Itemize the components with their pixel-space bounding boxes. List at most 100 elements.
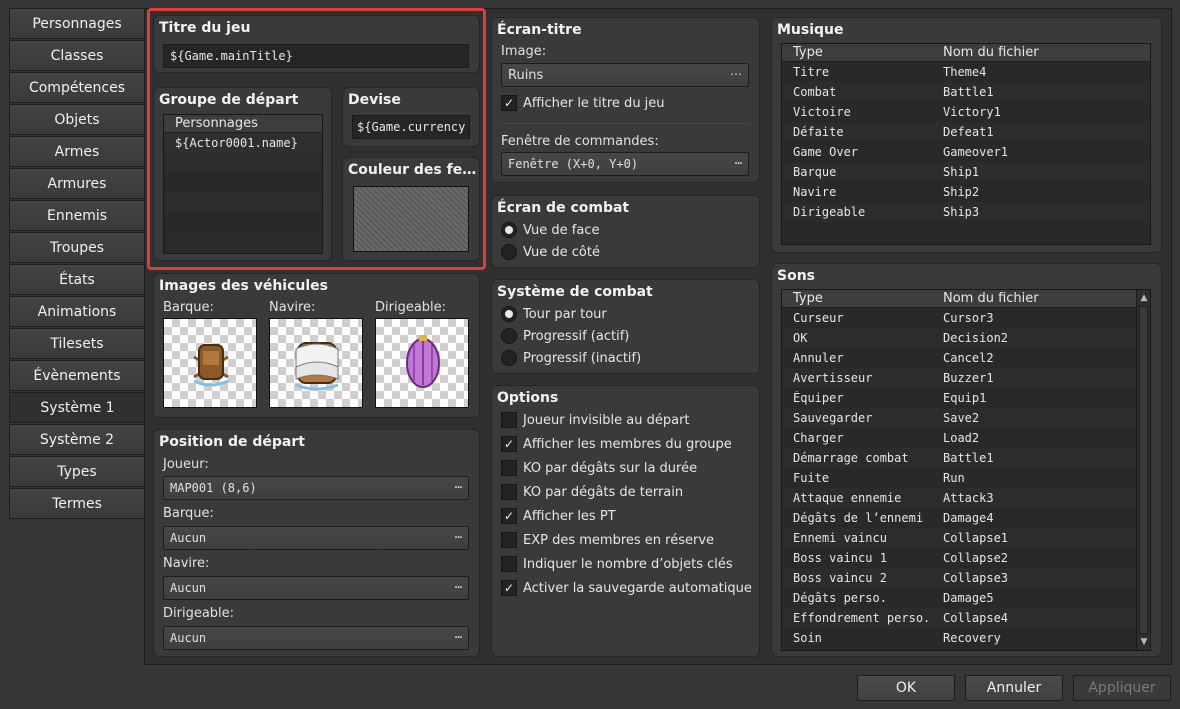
currency-input[interactable]: ${Game.currency — [352, 115, 470, 139]
sidebar-item[interactable]: Système 1 — [9, 392, 146, 423]
starting-party-list[interactable]: Personnages ${Actor0001.name} — [163, 114, 323, 254]
row-file: Cursor3 — [943, 311, 994, 325]
title-image-select[interactable]: Ruins ⋯ — [501, 63, 749, 87]
table-row[interactable]: Boss vaincu 2 Collapse3 — [782, 568, 1150, 588]
ship-image-label: Navire: — [269, 300, 316, 315]
airship-start-select[interactable]: Aucun ⋯ — [163, 626, 469, 650]
scroll-down-icon[interactable]: ▼ — [1138, 636, 1150, 648]
sidebar-item[interactable]: Personnages — [9, 8, 145, 39]
option-checkbox[interactable]: KO par dégâts sur la durée — [501, 460, 697, 476]
apply-button[interactable]: Appliquer — [1073, 675, 1171, 701]
table-row[interactable]: Ennemi vaincu Collapse1 — [782, 528, 1150, 548]
row-type: Boss vaincu 1 — [793, 551, 887, 565]
table-row[interactable]: Avertisseur Buzzer1 — [782, 368, 1150, 388]
checkbox-icon: ✓ — [501, 508, 517, 524]
airship-image[interactable] — [375, 318, 469, 408]
table-row[interactable]: Barque Ship1 — [782, 162, 1150, 182]
table-row[interactable]: Boss vaincu 1 Collapse2 — [782, 548, 1150, 568]
table-row[interactable]: Curseur Cursor3 — [782, 308, 1150, 328]
sidebar-item[interactable]: Classes — [9, 40, 145, 71]
airship-start-label: Dirigeable: — [163, 606, 235, 621]
turn-based-radio[interactable]: Tour par tour — [501, 306, 607, 322]
sounds-table[interactable]: Type Nom du fichier Curseur Cursor3 OK Decis… — [781, 289, 1151, 651]
table-row[interactable]: Dégâts perso. Damage5 — [782, 588, 1150, 608]
command-window-select[interactable]: Fenêtre (X+0, Y+0) ⋯ — [501, 152, 749, 176]
option-checkbox[interactable]: KO par dégâts de terrain — [501, 484, 683, 500]
table-row[interactable]: Dégâts de l’ennemi Damage4 — [782, 508, 1150, 528]
table-row[interactable]: Effondrement perso. Collapse4 — [782, 608, 1150, 628]
sidebar-item[interactable]: Armures — [9, 168, 145, 199]
option-label: EXP des membres en réserve — [523, 532, 715, 548]
dots-icon: ⋯ — [730, 67, 742, 81]
ship-start-select[interactable]: Aucun ⋯ — [163, 576, 469, 600]
starting-party-header: Personnages — [164, 115, 322, 133]
option-checkbox[interactable]: EXP des membres en réserve — [501, 532, 714, 548]
side-view-radio[interactable]: Vue de côté — [501, 244, 600, 260]
table-row[interactable]: Attaque ennemie Attack3 — [782, 488, 1150, 508]
row-type: Défaite — [793, 125, 844, 139]
sounds-table-header: Type Nom du fichier — [782, 290, 1136, 308]
wait-time-radio[interactable]: Progressif (inactif) — [501, 350, 641, 366]
radio-icon — [501, 244, 517, 260]
table-row[interactable]: Équiper Equip1 — [782, 388, 1150, 408]
boat-start-select[interactable]: Aucun ⋯ — [163, 526, 469, 550]
checkbox-icon — [501, 484, 517, 500]
sidebar-item[interactable]: Ennemis — [9, 200, 145, 231]
table-row[interactable]: Dirigeable Ship3 — [782, 202, 1150, 222]
table-row-empty — [782, 222, 1150, 242]
option-checkbox[interactable]: Joueur invisible au départ — [501, 412, 690, 428]
table-row[interactable]: Victoire Victory1 — [782, 102, 1150, 122]
ship-image[interactable] — [269, 318, 363, 408]
ok-button[interactable]: OK — [857, 675, 955, 701]
player-start-select[interactable]: MAP001 (8,6) ⋯ — [163, 476, 469, 500]
sidebar-item[interactable]: Système 2 — [9, 424, 145, 455]
front-view-radio[interactable]: Vue de face — [501, 222, 599, 238]
table-row[interactable]: Combat Battle1 — [782, 82, 1150, 102]
sidebar-item[interactable]: Tilesets — [9, 328, 145, 359]
table-row[interactable]: Game Over Gameover1 — [782, 142, 1150, 162]
cancel-button[interactable]: Annuler — [965, 675, 1063, 701]
table-row[interactable]: Sauvegarder Save2 — [782, 408, 1150, 428]
window-color-swatch[interactable] — [353, 186, 469, 252]
scrollbar-thumb[interactable] — [1139, 306, 1148, 634]
boat-icon — [193, 344, 229, 387]
options-box: Options Joueur invisible au départ ✓ Affic… — [491, 385, 760, 657]
scroll-up-icon[interactable]: ▲ — [1138, 292, 1150, 304]
start-position-box: Position de départ Joueur: MAP001 (8,6) ⋯… — [153, 429, 480, 657]
boat-image-label: Barque: — [163, 300, 214, 315]
list-item[interactable]: ${Actor0001.name} — [164, 133, 322, 153]
table-row[interactable]: Soin Recovery — [782, 628, 1150, 648]
vehicle-images-box: Images des véhicules Barque: Navire: Dir… — [153, 273, 480, 418]
row-type: Charger — [793, 431, 844, 445]
boat-image[interactable] — [163, 318, 257, 408]
sidebar-item[interactable]: Objets — [9, 104, 145, 135]
table-row[interactable]: Défaite Defeat1 — [782, 122, 1150, 142]
table-row[interactable]: Navire Ship2 — [782, 182, 1150, 202]
sidebar-item[interactable]: Compétences — [9, 72, 145, 103]
sidebar-item[interactable]: Termes — [9, 488, 145, 519]
table-row[interactable]: Annuler Cancel2 — [782, 348, 1150, 368]
sidebar-item[interactable]: Armes — [9, 136, 145, 167]
option-checkbox[interactable]: ✓ Activer la sauvegarde automatique — [501, 580, 752, 596]
option-checkbox[interactable]: ✓ Afficher les PT — [501, 508, 616, 524]
sidebar-item[interactable]: Évènements — [9, 360, 145, 391]
sidebar-item[interactable]: États — [9, 264, 145, 295]
table-row[interactable]: OK Decision2 — [782, 328, 1150, 348]
option-checkbox[interactable]: Indiquer le nombre d’objets clés — [501, 556, 733, 572]
game-title-input[interactable]: ${Game.mainTitle} — [163, 44, 469, 68]
option-checkbox[interactable]: ✓ Afficher les membres du groupe — [501, 436, 732, 452]
show-title-checkbox[interactable]: ✓ Afficher le titre du jeu — [501, 95, 665, 111]
sidebar-item[interactable]: Animations — [9, 296, 145, 327]
row-type: Démarrage combat — [793, 451, 909, 465]
music-table[interactable]: Type Nom du fichier Titre Theme4 Combat Batt… — [781, 43, 1151, 245]
sidebar-item[interactable]: Types — [9, 456, 145, 487]
table-row[interactable]: Charger Load2 — [782, 428, 1150, 448]
row-type: Navire — [793, 185, 837, 199]
active-time-radio[interactable]: Progressif (actif) — [501, 328, 629, 344]
window-color-box: Couleur des fe… — [342, 157, 480, 261]
table-row[interactable]: Démarrage combat Battle1 — [782, 448, 1150, 468]
table-row[interactable]: Titre Theme4 — [782, 62, 1150, 82]
table-row[interactable]: Fuite Run — [782, 468, 1150, 488]
sidebar-item[interactable]: Troupes — [9, 232, 145, 263]
sounds-scrollbar[interactable]: ▲ ▼ — [1136, 290, 1150, 650]
